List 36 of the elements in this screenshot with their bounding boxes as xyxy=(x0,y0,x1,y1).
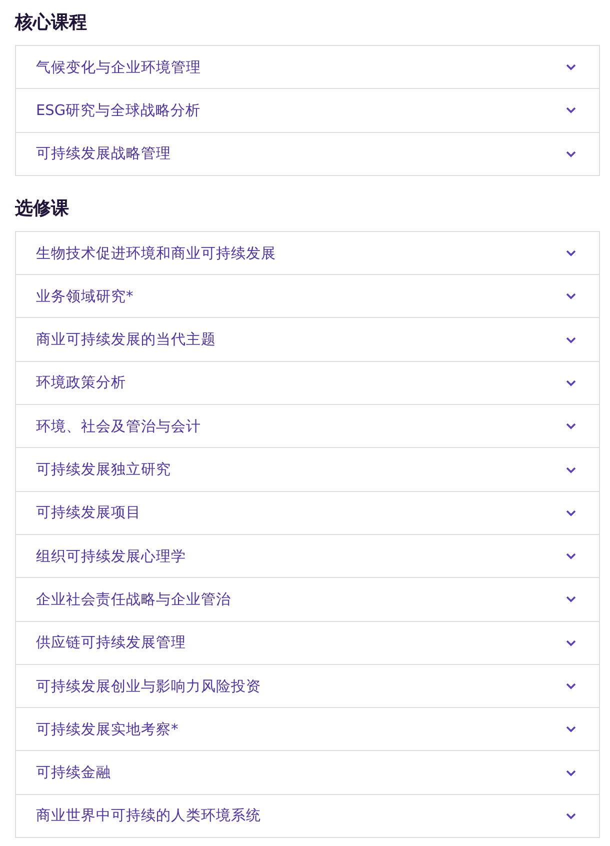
accordion-item[interactable]: 环境、社会及管治与会计 xyxy=(16,404,599,448)
accordion-item[interactable]: 可持续发展战略管理 xyxy=(16,132,599,175)
chevron-icon xyxy=(565,336,577,344)
chevron-icon xyxy=(565,725,577,734)
chevron-icon xyxy=(565,552,577,560)
chevron-icon xyxy=(565,106,577,114)
chevron-icon xyxy=(565,508,577,517)
chevron-icon xyxy=(565,466,577,474)
accordion-item[interactable]: 环境政策分析 xyxy=(16,360,599,404)
chevron-icon xyxy=(565,292,577,300)
accordion-item[interactable]: 气候变化与企业环境管理 xyxy=(16,46,599,88)
chevron-icon xyxy=(565,595,577,604)
chevron-icon xyxy=(565,63,577,72)
chevron-icon xyxy=(565,422,577,430)
accordion-item[interactable]: 可持续发展实地考察* xyxy=(16,707,599,750)
chevron-icon xyxy=(565,812,577,820)
chevron-icon xyxy=(565,682,577,690)
accordion-item[interactable]: 商业可持续发展的当代主题 xyxy=(16,317,599,361)
accordion-item[interactable]: 供应链可持续发展管理 xyxy=(16,620,599,664)
accordion-item[interactable]: 商业世界中可持续的人类环境系统 xyxy=(16,794,599,838)
section-heading: 选修课 xyxy=(15,196,70,221)
accordion-item[interactable]: 可持续发展独立研究 xyxy=(16,447,599,491)
chevron-icon xyxy=(565,378,577,387)
accordion-item[interactable]: 业务领域研究* xyxy=(16,274,599,318)
section-heading: 核心课程 xyxy=(15,11,88,35)
accordion-item[interactable]: ESG研究与全球战略分析 xyxy=(16,88,599,132)
accordion-item[interactable]: 生物技术促进环境和商业可持续发展 xyxy=(16,232,599,274)
chevron-icon xyxy=(565,150,577,158)
chevron-icon xyxy=(565,249,577,258)
accordion-item[interactable]: 可持续发展项目 xyxy=(16,490,599,534)
accordion-item[interactable]: 可持续金融 xyxy=(16,750,599,794)
accordion-item[interactable]: 可持续发展创业与影响力风险投资 xyxy=(16,664,599,708)
chevron-icon xyxy=(565,638,577,647)
chevron-icon xyxy=(565,768,577,777)
accordion-item[interactable]: 组织可持续发展心理学 xyxy=(16,534,599,578)
accordion-item[interactable]: 企业社会责任战略与企业管治 xyxy=(16,577,599,621)
